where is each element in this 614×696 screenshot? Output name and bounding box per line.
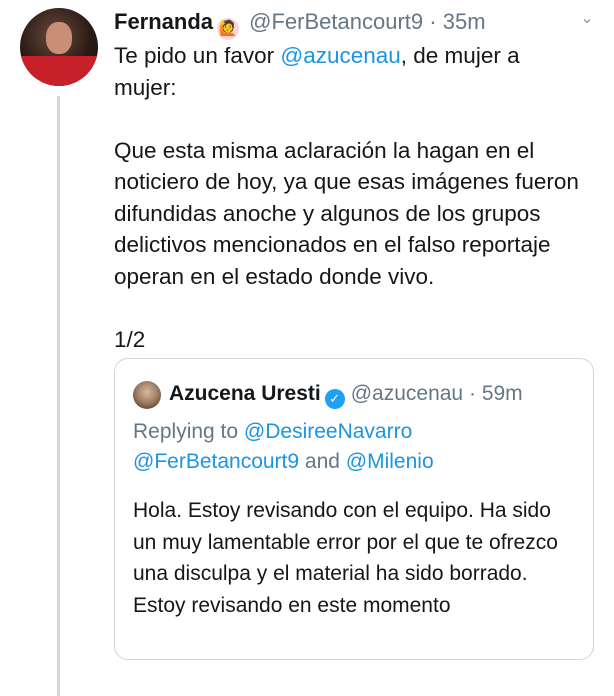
mention-link[interactable]: @FerBetancourt9 [133,450,299,473]
tweet-header: Fernanda 🙋 @FerBetancourt9 · 35m [114,8,594,40]
tweet-body: Te pido un favor @azucenau, de mujer a m… [114,40,584,355]
author-name[interactable]: Fernanda [114,9,213,34]
avatar-clothing [20,56,98,86]
author-handle[interactable]: @FerBetancourt9 [249,9,423,34]
quoted-tweet-header: Azucena Uresti ✓ @azucenau · 59m [169,379,523,409]
quoted-separator-dot: · [468,382,476,405]
quoted-author-avatar[interactable] [133,381,161,409]
mention-link[interactable]: @DesireeNavarro [244,420,412,443]
chevron-down-icon[interactable]: ⌄ [576,8,598,30]
thread-line [57,96,60,696]
quoted-tweet-card[interactable]: Azucena Uresti ✓ @azucenau · 59m Replying … [114,358,594,660]
replying-to-label: Replying to [133,420,244,443]
tweet-timestamp[interactable]: 35m [443,9,486,34]
verified-badge-icon: ✓ [324,389,345,409]
tweet-text-prefix: Te pido un favor [114,43,281,68]
separator-dot: · [429,9,437,34]
mention-link[interactable]: @azucenau [280,43,400,68]
quoted-tweet-text: Hola. Estoy revisando con el equipo. Ha … [133,499,558,617]
tweet-paragraph-2: Que esta misma aclaración la hagan en el… [114,137,579,289]
avatar-face [46,22,72,54]
quoted-author-name[interactable]: Azucena Uresti [169,382,321,405]
tweet-paragraph-3: 1/2 [114,326,146,352]
mention-link[interactable]: @Milenio [346,450,434,473]
replying-to-line: Replying to @DesireeNavarro @FerBetancou… [133,417,573,477]
quoted-tweet-timestamp[interactable]: 59m [482,382,523,405]
replying-and-text: and [299,450,346,473]
tweet-paragraph-1: Te pido un favor @azucenau, de mujer a m… [114,40,584,103]
author-avatar[interactable] [20,8,98,86]
raising-hand-emoji-icon: 🙋 [217,18,240,40]
quoted-author-handle[interactable]: @azucenau [351,382,463,405]
